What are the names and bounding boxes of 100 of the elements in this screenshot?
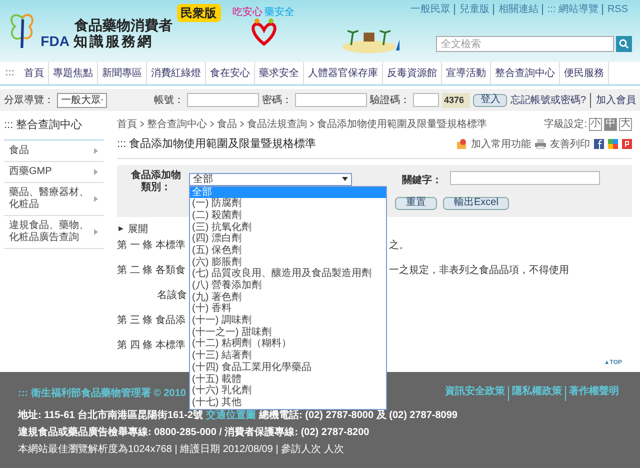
breadcrumb-link[interactable]: 食品法規查詢 bbox=[247, 116, 307, 132]
breadcrumb-link[interactable]: 整合查詢中心 bbox=[147, 116, 207, 132]
sidebar-item[interactable]: 藥品、醫療器材、化粧品 bbox=[4, 182, 104, 216]
dropdown-option[interactable]: (十五) 載體 bbox=[190, 374, 386, 386]
account-field[interactable] bbox=[187, 93, 259, 107]
nav-tab[interactable]: 便民服務 bbox=[560, 62, 609, 84]
dropdown-option[interactable]: (八) 營養添加劑 bbox=[190, 280, 386, 292]
dropdown-option[interactable]: (五) 保色劑 bbox=[190, 244, 386, 257]
phone-text: 總機電話: (02) 2787-8000 及 (02) 2787-8099 bbox=[259, 409, 458, 423]
dropdown-option[interactable]: (十六) 乳化劑 bbox=[190, 385, 386, 397]
category-select[interactable]: 全部 bbox=[189, 172, 352, 186]
edition-badge: 民衆版 bbox=[176, 4, 221, 22]
dropdown-option[interactable]: (十四) 食品工業用化學藥品 bbox=[190, 362, 386, 374]
dropdown-option[interactable]: (七) 品質改良用、釀造用及食品製造用劑 bbox=[190, 268, 386, 280]
form-button[interactable]: 輸出Excel bbox=[443, 196, 510, 210]
chevron-right-icon bbox=[93, 196, 99, 202]
address-text: 地址: 115-61 台北市南港區昆陽街161-2號 bbox=[18, 408, 204, 423]
font-size-button[interactable]: 大 bbox=[619, 118, 632, 130]
search-icon bbox=[619, 39, 629, 49]
nav-tab[interactable]: 人體器官保存庫 bbox=[304, 62, 383, 84]
article-text: 之。 bbox=[389, 238, 410, 252]
page-title: ::: 食品添加物使用範圍及限量暨規格標準 bbox=[117, 137, 316, 152]
dropdown-option[interactable]: (六) 膨脹劑 bbox=[190, 256, 386, 268]
keyword-label: 關鍵字： bbox=[402, 173, 442, 188]
join-member-link[interactable]: 加入會員 bbox=[594, 92, 636, 108]
nav-tab[interactable]: 反毒資源館 bbox=[383, 62, 442, 84]
field-label: 分眾導覽： bbox=[4, 94, 54, 108]
dropdown-option[interactable]: (十一) 調味劑 bbox=[190, 315, 386, 327]
site-info-text: 本網站最佳瀏覽解析度為1024x768 | 維護日期 2012/08/09 | 參訪人次 人次 bbox=[18, 442, 345, 457]
forgot-password-link[interactable]: 忘記帳號或密碼? bbox=[510, 92, 591, 108]
dropdown-option[interactable]: (十一之一) 甜味劑 bbox=[190, 326, 386, 338]
dropdown-option[interactable]: (十七) 其他 bbox=[190, 396, 386, 409]
nav-tab[interactable]: 消費紅綠燈 bbox=[147, 62, 206, 84]
article-text: 第 三 條 食品添 bbox=[117, 314, 186, 328]
field-label: 驗證碼： bbox=[370, 94, 410, 108]
article-text: 名該食 bbox=[157, 288, 187, 302]
nav-tab[interactable]: 整合查詢中心 bbox=[491, 62, 560, 84]
print-link[interactable]: 友善列印 bbox=[550, 136, 590, 152]
breadcrumb-link[interactable]: 食品 bbox=[217, 116, 237, 132]
font-size-button[interactable]: 小 bbox=[589, 118, 602, 130]
sidebar-item[interactable]: 違規食品、藥物、化粧品廣告查詢 bbox=[4, 216, 104, 248]
nav-tab[interactable]: 藥求安全 bbox=[255, 62, 304, 84]
nav-tab[interactable]: 首頁 bbox=[20, 62, 49, 84]
breadcrumb-link[interactable]: 首頁 bbox=[117, 116, 137, 132]
dropdown-option[interactable]: (三) 抗氧化劑 bbox=[190, 222, 386, 234]
chevron-right-icon bbox=[140, 121, 144, 127]
dropdown-option[interactable]: (十二) 粘稠劑（糊料） bbox=[190, 338, 386, 350]
printer-icon bbox=[535, 139, 546, 150]
keyword-field[interactable] bbox=[450, 170, 600, 184]
add-favorite-link[interactable]: 加入常用功能 bbox=[471, 136, 531, 152]
slogan-text: 吃安心 bbox=[232, 8, 263, 18]
dropdown-option[interactable]: (二) 殺菌劑 bbox=[190, 210, 386, 222]
login-button[interactable]: 登入 bbox=[473, 94, 508, 106]
dropdown-arrow-icon bbox=[342, 176, 348, 182]
font-size-button[interactable]: 中 bbox=[604, 118, 617, 130]
plurk-icon[interactable] bbox=[622, 139, 632, 150]
article-text: 一之規定，非表列之食品品項，不得使用 bbox=[389, 264, 570, 278]
chevron-right-icon bbox=[93, 168, 99, 174]
nav-tab[interactable]: 新聞專區 bbox=[98, 62, 147, 84]
dropdown-option[interactable]: (四) 漂白劑 bbox=[190, 233, 386, 245]
dropdown-option[interactable]: (一) 防腐劑 bbox=[190, 198, 386, 210]
nav-tab[interactable]: 宣導活動 bbox=[442, 62, 491, 84]
logo-title: 知識服務網 bbox=[73, 34, 154, 48]
dropdown-option[interactable]: (十) 香料 bbox=[190, 303, 386, 316]
chevron-right-icon bbox=[93, 228, 99, 234]
field-label: 密碼： bbox=[262, 94, 292, 108]
nav-tab[interactable]: 專題焦點 bbox=[49, 62, 98, 84]
chevron-right-icon bbox=[210, 121, 214, 127]
agency-copyright: ::: 衛生福利部食品藥物管理署 © 2010 bbox=[18, 386, 186, 401]
hotline-text: 違規食品或藥品廣告檢舉專線: 0800-285-000 / 消費者保護專線: (02) 2787-8200 bbox=[18, 425, 370, 440]
chevron-right-icon bbox=[310, 121, 314, 127]
article-text: 第 二 條 各類食 bbox=[117, 264, 186, 278]
facebook-icon[interactable] bbox=[594, 139, 604, 150]
form-button[interactable]: 重置 bbox=[395, 196, 437, 210]
dropdown-option[interactable]: (九) 著色劑 bbox=[190, 292, 386, 304]
search-field[interactable]: 全文檢索 bbox=[436, 36, 614, 52]
logo-abbreviation: FDA bbox=[40, 34, 70, 48]
breadcrumb-link[interactable]: 食品添加物使用範圍及限量暨規格標準 bbox=[317, 116, 487, 132]
search-button[interactable] bbox=[616, 36, 632, 52]
captcha-field[interactable] bbox=[413, 93, 439, 107]
audience-select[interactable]: 一般大眾 bbox=[57, 92, 107, 108]
expand-arrow-icon[interactable]: ► bbox=[117, 223, 125, 235]
dots-icon bbox=[6, 70, 14, 76]
sidebar-title: ::: 整合查詢中心 bbox=[4, 117, 104, 140]
sidebar-item[interactable]: 西藥GMP bbox=[4, 162, 104, 182]
expand-link[interactable]: 展開 bbox=[128, 222, 148, 236]
chevron-right-icon bbox=[240, 121, 244, 127]
sidebar-item[interactable]: 食品 bbox=[4, 140, 104, 162]
font-size-label: 字級設定: bbox=[544, 118, 587, 132]
password-field[interactable] bbox=[295, 93, 367, 107]
logo-title: 食品藥物消費者 bbox=[74, 18, 173, 32]
dropdown-option[interactable]: (十三) 結著劑 bbox=[190, 350, 386, 362]
article-text: 第 四 條 本標準 bbox=[117, 338, 186, 352]
category-label: 食品添加物類別： bbox=[130, 170, 182, 194]
chevron-right-icon bbox=[93, 148, 99, 154]
google-plus-icon[interactable] bbox=[608, 139, 618, 150]
article-text: 第 一 條 本標準 bbox=[117, 238, 186, 252]
slogan-text: 藥安全 bbox=[264, 8, 295, 18]
field-label: 帳號： bbox=[154, 94, 184, 108]
nav-tab[interactable]: 食在安心 bbox=[206, 62, 255, 84]
